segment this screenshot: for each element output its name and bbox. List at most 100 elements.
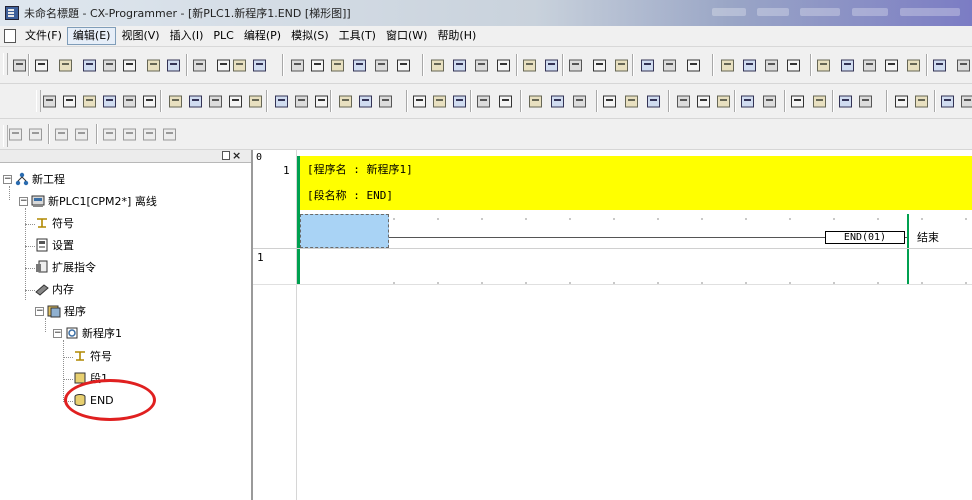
toolbar-button-icon[interactable] xyxy=(906,58,921,73)
toolbar-button-icon[interactable] xyxy=(624,94,639,109)
collapse-icon[interactable]: − xyxy=(53,328,62,338)
toolbar-button-icon[interactable] xyxy=(290,58,305,73)
toolbar-button-icon[interactable] xyxy=(498,94,513,109)
menu-tools[interactable]: 工具(T) xyxy=(334,27,381,45)
toolbar-button-icon[interactable] xyxy=(208,94,223,109)
ladder-editor[interactable]: 0 1 1 [程序名 : 新程序1] [段名称 : END] END(01) 结… xyxy=(253,150,972,500)
toolbar-button-icon[interactable] xyxy=(646,94,661,109)
menu-window[interactable]: 窗口(W) xyxy=(381,27,432,45)
menu-plc[interactable]: PLC xyxy=(208,27,238,45)
toolbar-button-icon[interactable] xyxy=(412,94,427,109)
toolbar-button-icon[interactable] xyxy=(894,94,909,109)
toolbar-button-icon[interactable] xyxy=(82,94,97,109)
toolbar-button-icon[interactable] xyxy=(676,94,691,109)
toolbar-button-icon[interactable] xyxy=(430,58,445,73)
toolbar-button-icon[interactable] xyxy=(640,58,655,73)
toolbar-button-icon[interactable] xyxy=(378,94,393,109)
tree-item-project[interactable]: − 新工程 xyxy=(3,170,65,188)
toolbar-button-icon[interactable] xyxy=(8,127,23,142)
toolbar-button-icon[interactable] xyxy=(62,94,77,109)
toolbar-button-icon[interactable] xyxy=(192,58,207,73)
toolbar-button-icon[interactable] xyxy=(662,58,677,73)
toolbar-button-icon[interactable] xyxy=(146,58,161,73)
toolbar-button-icon[interactable] xyxy=(42,94,57,109)
toolbar-button-icon[interactable] xyxy=(592,58,607,73)
toolbar-button-icon[interactable] xyxy=(252,58,267,73)
toolbar-button-icon[interactable] xyxy=(54,127,69,142)
end-instruction[interactable]: END(01) xyxy=(825,231,905,244)
toolbar-button-icon[interactable] xyxy=(74,127,89,142)
toolbar-button-icon[interactable] xyxy=(232,58,247,73)
toolbar-button-icon[interactable] xyxy=(58,58,73,73)
toolbar-button-icon[interactable] xyxy=(452,58,467,73)
menu-help[interactable]: 帮助(H) xyxy=(432,27,481,45)
toolbar-button-icon[interactable] xyxy=(956,58,971,73)
toolbar-button-icon[interactable] xyxy=(840,58,855,73)
toolbar-button-icon[interactable] xyxy=(884,58,899,73)
toolbar-button-icon[interactable] xyxy=(742,58,757,73)
toolbar-button-icon[interactable] xyxy=(162,127,177,142)
tree-item-program-symbols[interactable]: 符号 xyxy=(73,347,112,365)
toolbar-button-icon[interactable] xyxy=(330,58,345,73)
toolbar-button-icon[interactable] xyxy=(790,94,805,109)
toolbar-button-icon[interactable] xyxy=(914,94,929,109)
menu-insert[interactable]: 插入(I) xyxy=(165,27,209,45)
toolbar-button-icon[interactable] xyxy=(932,58,947,73)
toolbar-button-icon[interactable] xyxy=(142,127,157,142)
toolbar-button-icon[interactable] xyxy=(476,94,491,109)
toolbar-button-icon[interactable] xyxy=(614,58,629,73)
toolbar-button-icon[interactable] xyxy=(762,94,777,109)
editor-cursor[interactable] xyxy=(300,214,389,248)
tree-item-program1[interactable]: − 新程序1 xyxy=(53,324,122,342)
tree-item-settings[interactable]: 设置 xyxy=(35,236,74,254)
toolbar-button-icon[interactable] xyxy=(862,58,877,73)
toolbar-button-icon[interactable] xyxy=(522,58,537,73)
toolbar-button-icon[interactable] xyxy=(686,58,701,73)
toolbar-button-icon[interactable] xyxy=(168,94,183,109)
toolbar-button-icon[interactable] xyxy=(216,58,231,73)
collapse-icon[interactable]: − xyxy=(3,174,12,184)
tree-item-programs[interactable]: − 程序 xyxy=(35,302,86,320)
toolbar-button-icon[interactable] xyxy=(940,94,955,109)
document-icon[interactable] xyxy=(4,29,16,43)
menu-file[interactable]: 文件(F) xyxy=(20,27,67,45)
toolbar-button-icon[interactable] xyxy=(374,58,389,73)
toolbar-button-icon[interactable] xyxy=(452,94,467,109)
toolbar-button-icon[interactable] xyxy=(432,94,447,109)
toolbar-button-icon[interactable] xyxy=(858,94,873,109)
toolbar-button-icon[interactable] xyxy=(602,94,617,109)
toolbar-button-icon[interactable] xyxy=(812,94,827,109)
toolbar-button-icon[interactable] xyxy=(142,94,157,109)
collapse-icon[interactable]: − xyxy=(19,196,28,206)
toolbar-button-icon[interactable] xyxy=(338,94,353,109)
toolbar-button-icon[interactable] xyxy=(572,94,587,109)
toolbar-button-icon[interactable] xyxy=(12,58,27,73)
toolbar-button-icon[interactable] xyxy=(838,94,853,109)
tree-item-expansion[interactable]: 扩展指令 xyxy=(35,258,96,276)
pin-icon[interactable] xyxy=(222,151,230,160)
toolbar-button-icon[interactable] xyxy=(550,94,565,109)
menu-program[interactable]: 编程(P) xyxy=(239,27,286,45)
toolbar-button-icon[interactable] xyxy=(102,94,117,109)
toolbar-grip[interactable] xyxy=(36,90,41,112)
close-icon[interactable]: × xyxy=(232,149,241,162)
toolbar-grip[interactable] xyxy=(3,53,8,75)
toolbar-button-icon[interactable] xyxy=(34,58,49,73)
toolbar-button-icon[interactable] xyxy=(816,58,831,73)
toolbar-button-icon[interactable] xyxy=(274,94,289,109)
toolbar-button-icon[interactable] xyxy=(786,58,801,73)
toolbar-button-icon[interactable] xyxy=(122,58,137,73)
toolbar-button-icon[interactable] xyxy=(294,94,309,109)
toolbar-button-icon[interactable] xyxy=(122,127,137,142)
toolbar-button-icon[interactable] xyxy=(960,94,972,109)
toolbar-button-icon[interactable] xyxy=(188,94,203,109)
toolbar-button-icon[interactable] xyxy=(122,94,137,109)
toolbar-button-icon[interactable] xyxy=(716,94,731,109)
toolbar-button-icon[interactable] xyxy=(310,58,325,73)
toolbar-button-icon[interactable] xyxy=(740,94,755,109)
menu-view[interactable]: 视图(V) xyxy=(116,27,164,45)
toolbar-button-icon[interactable] xyxy=(544,58,559,73)
toolbar-button-icon[interactable] xyxy=(696,94,711,109)
menu-simulate[interactable]: 模拟(S) xyxy=(286,27,334,45)
toolbar-button-icon[interactable] xyxy=(720,58,735,73)
